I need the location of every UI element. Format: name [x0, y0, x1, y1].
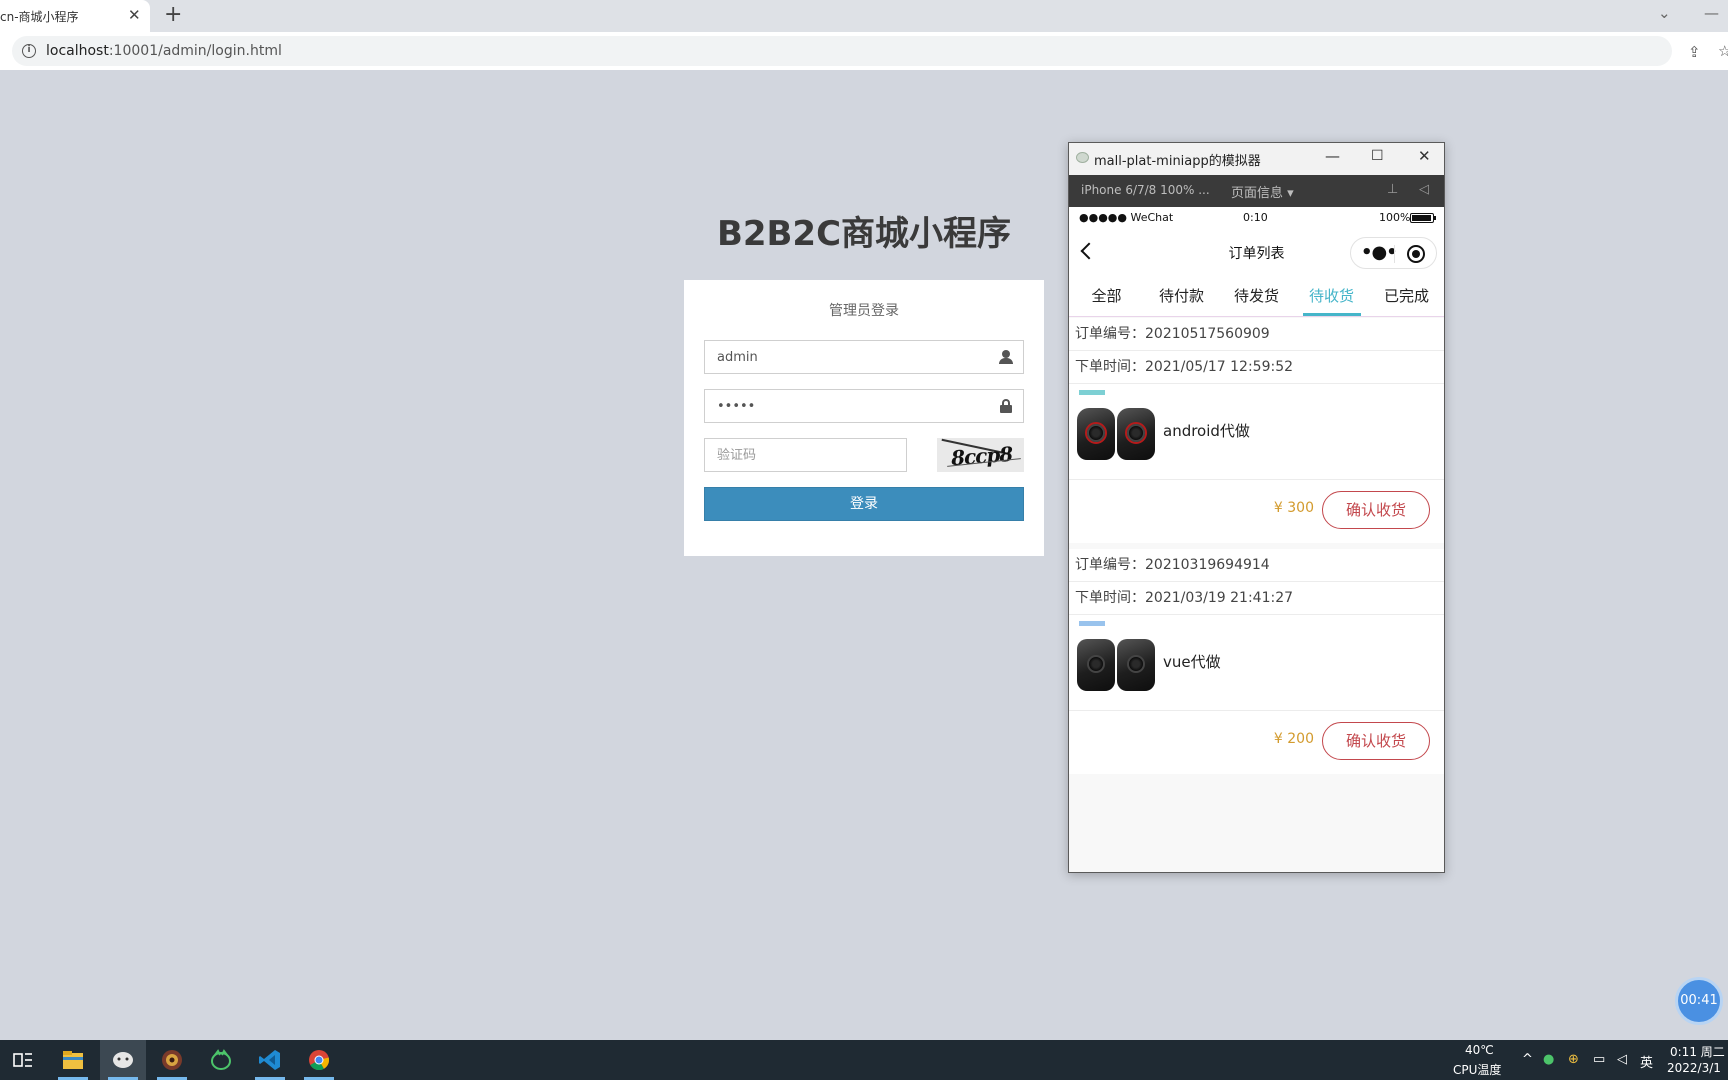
- lock-icon: [999, 399, 1013, 413]
- user-icon: [999, 350, 1013, 364]
- product-name: android代做: [1163, 422, 1250, 440]
- game-app-icon[interactable]: [149, 1040, 195, 1080]
- simulator-toolbar: iPhone 6/7/8 100% ... 页面信息 ▾ ⊥ ◁: [1069, 175, 1444, 207]
- close-tab-icon[interactable]: ✕: [128, 6, 141, 24]
- tab-search-icon[interactable]: ⌄: [1658, 4, 1671, 22]
- tab-pending-shipment[interactable]: 待发货: [1219, 285, 1294, 306]
- order-time: 下单时间：2021/03/19 21:41:27: [1069, 582, 1444, 615]
- page-title: B2B2C商城小程序: [716, 214, 1012, 254]
- url-path: :10001/admin/login.html: [108, 43, 282, 59]
- order-price: ¥ 300: [1273, 500, 1314, 516]
- confirm-receipt-button[interactable]: 确认收货: [1322, 491, 1430, 529]
- price-row: ¥ 200 确认收货: [1069, 711, 1444, 774]
- login-heading: 管理员登录: [829, 303, 899, 319]
- url-host: localhost: [46, 43, 109, 59]
- task-view-icon[interactable]: [0, 1040, 46, 1080]
- navicat-icon[interactable]: [198, 1040, 244, 1080]
- miniapp-logo-icon: [1076, 152, 1089, 163]
- network-icon[interactable]: ▭: [1593, 1052, 1605, 1067]
- wechat-devtools-icon[interactable]: [100, 1040, 146, 1080]
- info-icon[interactable]: i: [22, 44, 36, 58]
- page-info-dropdown[interactable]: 页面信息 ▾: [1231, 182, 1294, 201]
- minimize-icon[interactable]: —: [1325, 147, 1340, 165]
- timer-bubble[interactable]: 00:41: [1675, 977, 1723, 1025]
- captcha-image[interactable]: 8ccp8: [937, 438, 1024, 472]
- simulator-title: mall-plat-miniapp的模拟器: [1094, 154, 1261, 169]
- vscode-icon[interactable]: [247, 1040, 293, 1080]
- status-time: 0:10: [1243, 211, 1268, 224]
- captcha-input[interactable]: [705, 439, 905, 471]
- phone-status-bar: ●●●●● WeChat 0:10 100%: [1069, 207, 1444, 229]
- tab-title: cn-商城小程序: [0, 10, 79, 24]
- brand-mark: [1079, 390, 1105, 395]
- wechat-icon[interactable]: ●: [1543, 1052, 1554, 1067]
- order-list: 订单编号：20210517560909 下单时间：2021/05/17 12:5…: [1069, 318, 1444, 780]
- cpu-temperature-label: CPU温度: [1453, 1063, 1502, 1077]
- simulator-window: mall-plat-miniapp的模拟器 — ☐ ✕ iPhone 6/7/8…: [1068, 142, 1445, 873]
- browser-tab[interactable]: cn-商城小程序 ✕: [0, 0, 150, 32]
- share-icon[interactable]: ⇪: [1688, 43, 1701, 61]
- username-input[interactable]: [705, 341, 985, 373]
- tab-all[interactable]: 全部: [1069, 285, 1144, 306]
- captcha-image-text: 8ccp8: [950, 441, 1013, 471]
- tab-pending-payment[interactable]: 待付款: [1144, 285, 1219, 306]
- battery-percent: 100%: [1379, 211, 1411, 224]
- battery-icon: [1410, 213, 1436, 223]
- device-selector[interactable]: iPhone 6/7/8 100% ...: [1081, 183, 1210, 197]
- product-image: [1075, 635, 1157, 695]
- order-number: 订单编号：20210319694914: [1069, 549, 1444, 582]
- taskbar: 40℃ CPU温度 ^ ● ⊕ ▭ ◁ 英 0:11 周二 2022/3/1: [0, 1040, 1728, 1080]
- volume-icon[interactable]: ◁: [1617, 1052, 1627, 1067]
- order-status-tabs: 全部 待付款 待发货 待收货 已完成: [1069, 273, 1444, 317]
- new-tab-button[interactable]: +: [164, 2, 182, 27]
- login-button[interactable]: 登录: [704, 487, 1024, 521]
- star-icon[interactable]: ☆: [1718, 42, 1728, 60]
- maximize-icon[interactable]: ☐: [1371, 148, 1384, 164]
- mute-icon[interactable]: ◁: [1419, 182, 1429, 197]
- tray-expand-icon[interactable]: ^: [1522, 1052, 1533, 1067]
- order-card: 订单编号：20210517560909 下单时间：2021/05/17 12:5…: [1069, 318, 1444, 543]
- cpu-temperature: 40℃: [1465, 1043, 1494, 1057]
- chrome-icon[interactable]: [296, 1040, 342, 1080]
- simulator-title-bar: mall-plat-miniapp的模拟器 — ☐ ✕: [1069, 143, 1444, 175]
- product-row[interactable]: vue代做: [1069, 615, 1444, 711]
- folder-icon[interactable]: [50, 1040, 96, 1080]
- product-image: [1075, 404, 1157, 464]
- browser-tab-bar: cn-商城小程序 ✕ + ⌄ —: [0, 0, 1728, 32]
- menu-capsule: •●•: [1350, 237, 1437, 269]
- more-icon[interactable]: •●•: [1361, 242, 1398, 263]
- ime-indicator[interactable]: 英: [1640, 1052, 1653, 1071]
- omnibox[interactable]: i localhost:10001/admin/login.html: [12, 36, 1672, 66]
- confirm-receipt-button[interactable]: 确认收货: [1322, 722, 1430, 760]
- brand-mark: [1079, 621, 1105, 626]
- clock-date[interactable]: 2022/3/1: [1667, 1061, 1721, 1075]
- order-number: 订单编号：20210517560909: [1069, 318, 1444, 351]
- product-name: vue代做: [1163, 653, 1221, 671]
- tab-pending-receipt[interactable]: 待收货: [1294, 285, 1369, 306]
- password-input[interactable]: [705, 390, 985, 422]
- carrier-text: ●●●●● WeChat: [1079, 211, 1174, 224]
- product-row[interactable]: android代做: [1069, 384, 1444, 480]
- price-row: ¥ 300 确认收货: [1069, 480, 1444, 543]
- close-icon[interactable]: ✕: [1418, 147, 1431, 165]
- captcha-field: [704, 438, 907, 472]
- miniapp-navbar: 订单列表 •●•: [1069, 229, 1444, 273]
- login-box: 管理员登录 8ccp8 登录: [684, 280, 1044, 556]
- capsule-divider: [1394, 245, 1395, 263]
- clock-time[interactable]: 0:11 周二: [1670, 1043, 1725, 1060]
- url-text[interactable]: localhost:10001/admin/login.html: [46, 43, 282, 59]
- minimize-icon[interactable]: —: [1704, 4, 1719, 22]
- order-price: ¥ 200: [1273, 731, 1314, 747]
- pin-icon[interactable]: ⊥: [1387, 182, 1398, 197]
- order-time: 下单时间：2021/05/17 12:59:52: [1069, 351, 1444, 384]
- username-field: [704, 340, 1024, 374]
- address-bar: i localhost:10001/admin/login.html: [0, 32, 1728, 70]
- plus-icon[interactable]: ⊕: [1568, 1052, 1579, 1067]
- target-icon[interactable]: [1407, 245, 1425, 263]
- order-card: 订单编号：20210319694914 下单时间：2021/03/19 21:4…: [1069, 549, 1444, 774]
- active-tab-indicator: [1303, 313, 1361, 316]
- tab-completed[interactable]: 已完成: [1369, 285, 1444, 306]
- password-field: [704, 389, 1024, 423]
